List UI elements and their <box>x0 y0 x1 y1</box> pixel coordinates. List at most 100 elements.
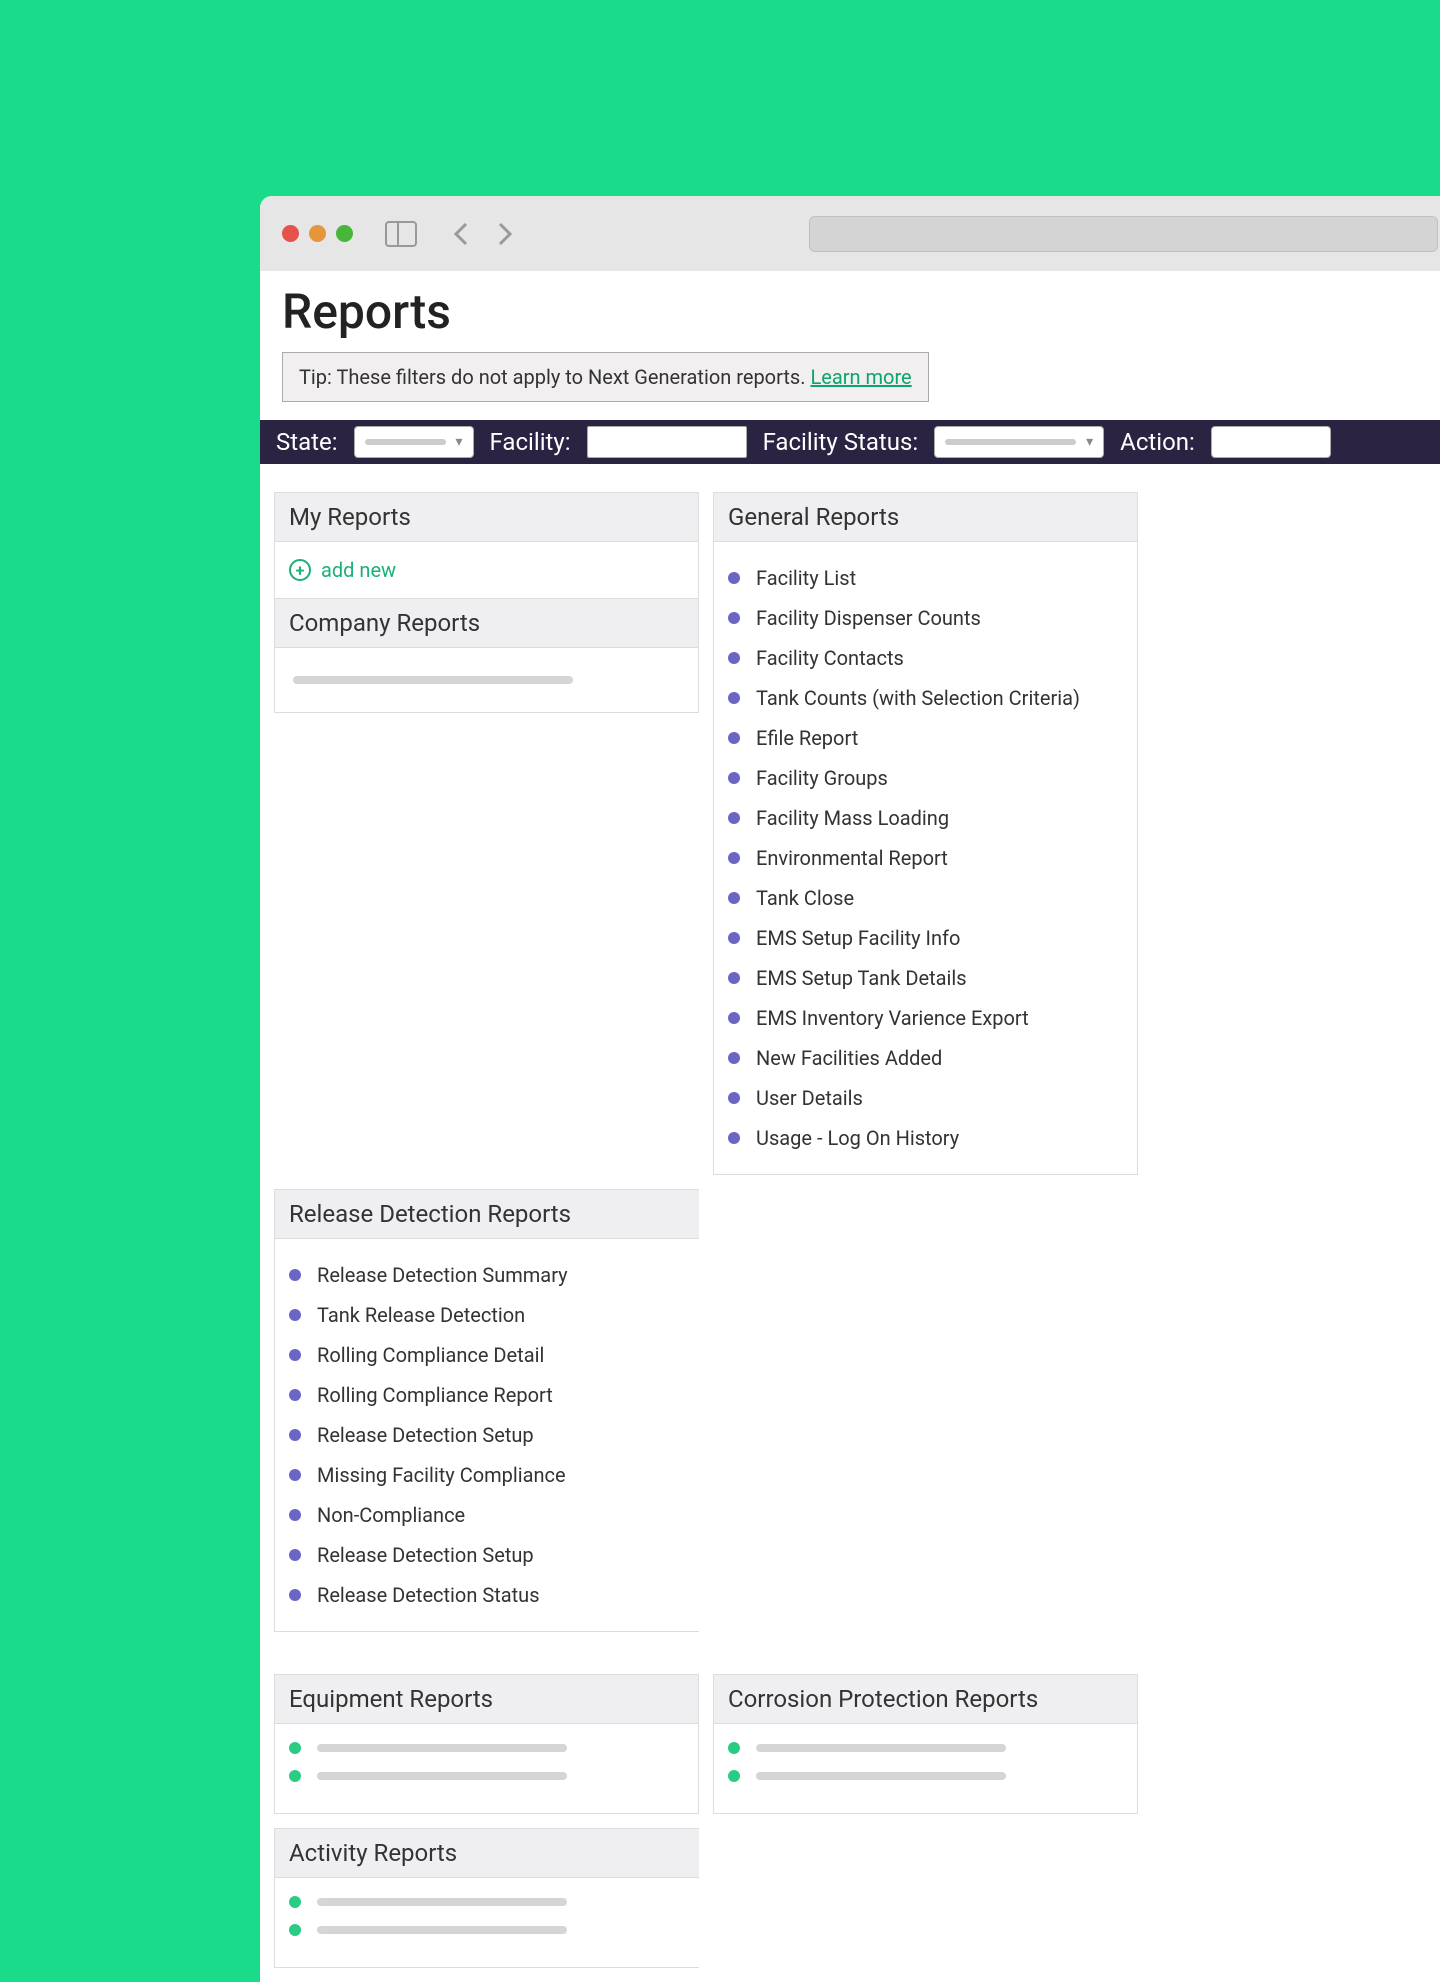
bullet-icon <box>289 1349 301 1361</box>
report-link[interactable]: Facility Groups <box>728 758 1123 798</box>
filter-state-label: State: <box>276 428 338 456</box>
bullet-icon <box>289 1549 301 1561</box>
release-detection-list: Release Detection SummaryTank Release De… <box>289 1249 685 1621</box>
report-link[interactable]: EMS Setup Facility Info <box>728 918 1123 958</box>
filter-facility-status-label: Facility Status: <box>763 428 919 456</box>
sidebar-toggle-icon[interactable] <box>385 221 417 247</box>
bullet-icon <box>289 1896 301 1908</box>
panel-equipment-reports: Equipment Reports <box>274 1674 699 1814</box>
placeholder-line <box>317 1926 567 1934</box>
add-new-report-button[interactable]: + add new <box>289 552 684 588</box>
nav-back-button[interactable] <box>449 222 473 246</box>
bullet-icon <box>289 1742 301 1754</box>
placeholder-line <box>293 676 573 684</box>
report-link[interactable]: EMS Setup Tank Details <box>728 958 1123 998</box>
filter-action-select[interactable] <box>1211 426 1331 458</box>
report-label: User Details <box>756 1086 863 1110</box>
report-link[interactable]: User Details <box>728 1078 1123 1118</box>
report-link[interactable]: Efile Report <box>728 718 1123 758</box>
panels-row-1: My Reports + add new Company Reports <box>260 464 1440 1646</box>
filter-facility-input[interactable] <box>587 426 747 458</box>
filter-facility-status-select[interactable]: ▾ <box>934 426 1104 458</box>
bullet-icon <box>728 692 740 704</box>
panel-my-reports: My Reports + add new <box>274 492 699 598</box>
panel-header-company-reports: Company Reports <box>275 599 698 648</box>
report-label: EMS Setup Facility Info <box>756 926 960 950</box>
list-item[interactable] <box>728 1762 1123 1790</box>
report-link[interactable]: Missing Facility Compliance <box>289 1455 685 1495</box>
report-link[interactable]: New Facilities Added <box>728 1038 1123 1078</box>
panel-header-equipment-reports: Equipment Reports <box>275 1675 698 1724</box>
report-link[interactable]: Rolling Compliance Detail <box>289 1335 685 1375</box>
report-link[interactable]: Rolling Compliance Report <box>289 1375 685 1415</box>
bullet-icon <box>728 1132 740 1144</box>
url-bar[interactable] <box>809 216 1438 252</box>
page-title: Reports <box>260 271 1440 352</box>
report-label: Environmental Report <box>756 846 948 870</box>
tip-learn-more-link[interactable]: Learn more <box>810 365 911 389</box>
report-label: Tank Counts (with Selection Criteria) <box>756 686 1080 710</box>
report-link[interactable]: Release Detection Status <box>289 1575 685 1615</box>
tip-text: Tip: These filters do not apply to Next … <box>299 365 810 389</box>
report-link[interactable]: Facility Dispenser Counts <box>728 598 1123 638</box>
report-label: Tank Close <box>756 886 854 910</box>
report-link[interactable]: Facility Mass Loading <box>728 798 1123 838</box>
close-window-button[interactable] <box>282 225 299 242</box>
panel-header-release-detection: Release Detection Reports <box>275 1190 699 1239</box>
maximize-window-button[interactable] <box>336 225 353 242</box>
list-item[interactable] <box>289 1916 685 1944</box>
report-label: Facility Dispenser Counts <box>756 606 981 630</box>
report-link[interactable]: Facility Contacts <box>728 638 1123 678</box>
bullet-icon <box>728 852 740 864</box>
filter-state-select[interactable]: ▾ <box>354 426 474 458</box>
report-link[interactable]: Tank Release Detection <box>289 1295 685 1335</box>
placeholder-line <box>756 1772 1006 1780</box>
report-label: Efile Report <box>756 726 858 750</box>
plus-circle-icon: + <box>289 559 311 581</box>
bullet-icon <box>289 1389 301 1401</box>
report-link[interactable]: Facility List <box>728 558 1123 598</box>
panel-release-detection: Release Detection Reports Release Detect… <box>274 1189 699 1632</box>
filter-facility-label: Facility: <box>490 428 571 456</box>
report-link[interactable]: Release Detection Setup <box>289 1535 685 1575</box>
page-content: Reports Tip: These filters do not apply … <box>260 271 1440 1982</box>
bullet-icon <box>728 652 740 664</box>
titlebar <box>260 196 1440 271</box>
panel-header-my-reports: My Reports <box>275 493 698 542</box>
report-label: Rolling Compliance Detail <box>317 1343 544 1367</box>
report-link[interactable]: Tank Close <box>728 878 1123 918</box>
report-label: Release Detection Setup <box>317 1423 534 1447</box>
bullet-icon <box>289 1309 301 1321</box>
nav-forward-button[interactable] <box>493 222 517 246</box>
report-link[interactable]: Non-Compliance <box>289 1495 685 1535</box>
report-label: EMS Setup Tank Details <box>756 966 967 990</box>
list-item[interactable] <box>289 1888 685 1916</box>
report-label: Non-Compliance <box>317 1503 465 1527</box>
report-link[interactable]: Release Detection Setup <box>289 1415 685 1455</box>
report-link[interactable]: Tank Counts (with Selection Criteria) <box>728 678 1123 718</box>
bullet-icon <box>728 932 740 944</box>
bullet-icon <box>289 1589 301 1601</box>
panel-general-reports: General Reports Facility List Facility Di… <box>713 492 1138 1175</box>
placeholder-line <box>317 1772 567 1780</box>
placeholder-line <box>756 1744 1006 1752</box>
minimize-window-button[interactable] <box>309 225 326 242</box>
list-item[interactable] <box>728 1734 1123 1762</box>
bullet-icon <box>728 612 740 624</box>
report-link[interactable]: Usage - Log On History <box>728 1118 1123 1158</box>
add-new-label: add new <box>321 558 396 582</box>
report-link[interactable]: EMS Inventory Varience Export <box>728 998 1123 1038</box>
filter-action-label: Action: <box>1120 428 1195 456</box>
panel-header-general-reports: General Reports <box>714 493 1137 542</box>
panel-corrosion-reports: Corrosion Protection Reports <box>713 1674 1138 1814</box>
panel-company-reports: Company Reports <box>274 598 699 713</box>
panel-activity-reports: Activity Reports <box>274 1828 699 1968</box>
list-item[interactable] <box>289 1762 684 1790</box>
report-label: Rolling Compliance Report <box>317 1383 553 1407</box>
list-item[interactable] <box>289 1734 684 1762</box>
bullet-icon <box>728 772 740 784</box>
placeholder-line <box>317 1744 567 1752</box>
report-link[interactable]: Release Detection Summary <box>289 1255 685 1295</box>
report-link[interactable]: Environmental Report <box>728 838 1123 878</box>
report-label: Facility Groups <box>756 766 888 790</box>
